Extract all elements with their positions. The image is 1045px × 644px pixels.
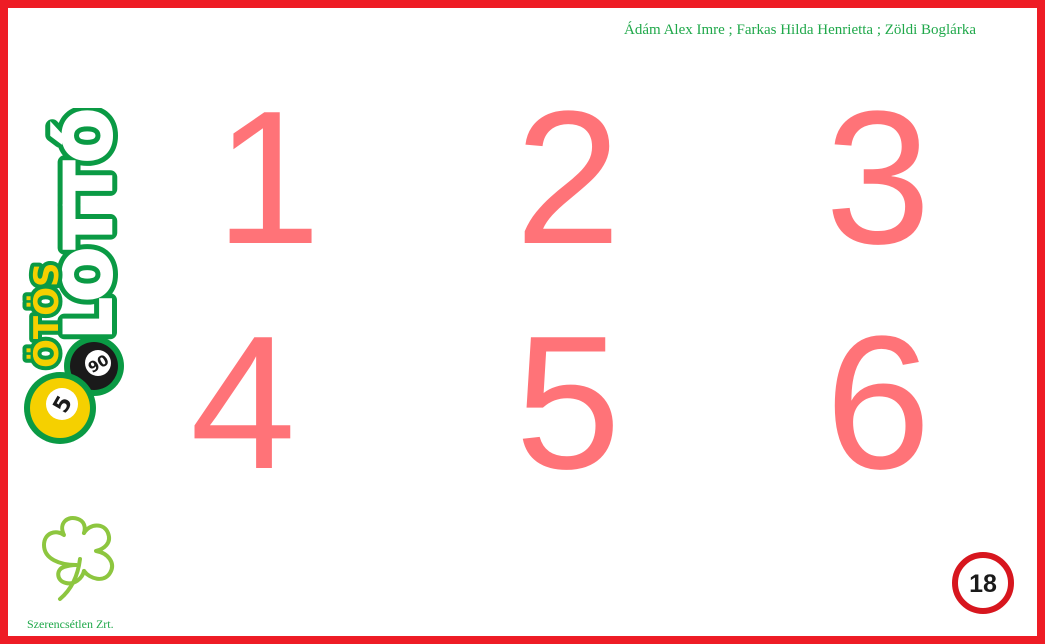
number-button-4[interactable]: 4 (143, 303, 343, 503)
number-button-2[interactable]: 2 (468, 78, 668, 278)
number-grid: 1 2 3 4 5 6 (168, 78, 968, 503)
age-limit-18-icon: 18 (952, 552, 1014, 614)
page-frame: Ádám Alex Imre ; Farkas Hilda Henrietta … (0, 0, 1045, 644)
company-name: Szerencsétlen Zrt. (27, 617, 114, 631)
number-button-3[interactable]: 3 (778, 78, 978, 278)
authors-line: Ádám Alex Imre ; Farkas Hilda Henrietta … (624, 22, 976, 38)
age-badge-label: 18 (969, 570, 997, 598)
lotto-ball-5-icon: 5 (24, 372, 96, 444)
number-button-6[interactable]: 6 (778, 303, 978, 503)
clover-icon (42, 516, 115, 601)
logo-top-text: ÖTÖS (26, 263, 67, 369)
number-button-5[interactable]: 5 (468, 303, 668, 503)
number-button-1[interactable]: 1 (168, 78, 368, 278)
otos-lotto-logo-icon: LOTTÓ LOTTÓ ÖTÖS 90 5 (22, 108, 132, 444)
